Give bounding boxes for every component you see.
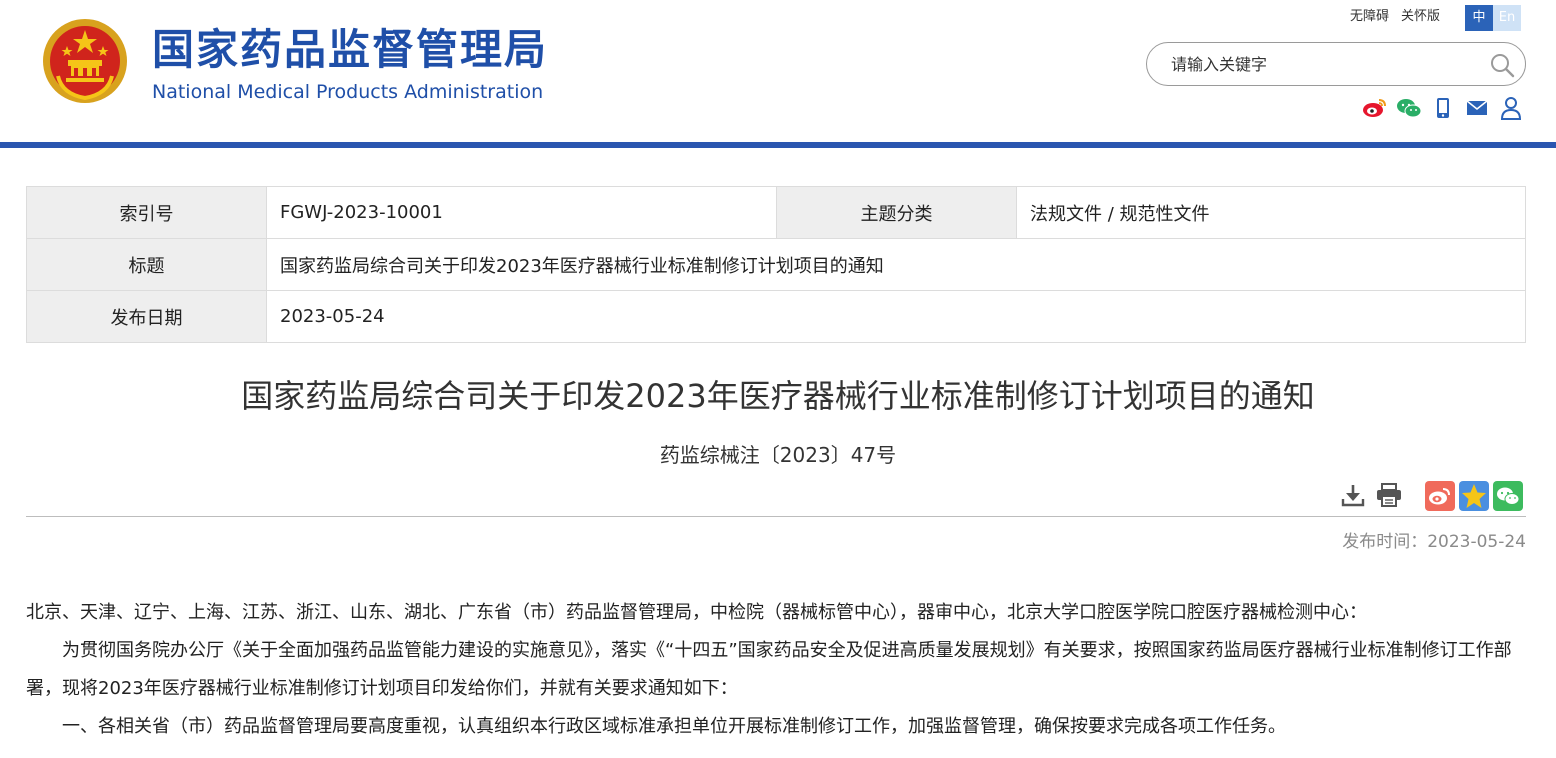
body-paragraph: 一、各相关省（市）药品监督管理局要高度重视，认真组织本行政区域标准承担单位开展标… (62, 716, 1286, 737)
document-title: 国家药监局综合司关于印发2023年医疗器械行业标准制修订计划项目的通知 (241, 377, 1315, 415)
search-box (1146, 42, 1526, 86)
site-title-cn[interactable]: 国家药品监督管理局 (152, 26, 548, 74)
table-row: 索引号 FGWJ-2023-10001 主题分类 法规文件 / 规范性文件 (26, 186, 1526, 239)
social-links (1362, 96, 1524, 120)
date-value: 2023-05-24 (266, 290, 1526, 343)
table-row: 发布日期 2023-05-24 (26, 290, 1526, 343)
category-label: 主题分类 (776, 186, 1017, 239)
qzone-share-icon[interactable] (1459, 481, 1489, 511)
document-info-table: 索引号 FGWJ-2023-10001 主题分类 法规文件 / 规范性文件 标题… (26, 186, 1526, 343)
mobile-icon[interactable] (1430, 96, 1456, 120)
print-icon[interactable] (1376, 482, 1402, 508)
weibo-icon[interactable] (1362, 96, 1388, 120)
accessibility-link[interactable]: 无障碍 (1350, 8, 1389, 26)
index-value: FGWJ-2023-10001 (266, 186, 777, 239)
header-divider (0, 142, 1556, 148)
date-label: 发布日期 (26, 290, 267, 343)
content-divider (26, 516, 1526, 517)
body-paragraph: 北京、天津、辽宁、上海、江苏、浙江、山东、湖北、广东省（市）药品监督管理局，中检… (26, 602, 1367, 623)
user-icon[interactable] (1498, 96, 1524, 120)
document-body: 北京、天津、辽宁、上海、江苏、浙江、山东、湖北、广东省（市）药品监督管理局，中检… (26, 594, 1530, 746)
table-row: 标题 国家药监局综合司关于印发2023年医疗器械行业标准制修订计划项目的通知 (26, 238, 1526, 291)
site-title-en[interactable]: National Medical Products Administration (152, 80, 543, 104)
top-links: 无障碍 关怀版 (1350, 8, 1440, 26)
body-paragraph: 为贯彻国务院办公厅《关于全面加强药品监管能力建设的实施意见》，落实《“十四五”国… (26, 640, 1512, 699)
site-header: 国家药品监督管理局 National Medical Products Admi… (0, 0, 1556, 142)
lang-zh-button[interactable]: 中 (1465, 5, 1493, 31)
search-icon[interactable] (1489, 52, 1515, 78)
title-value: 国家药监局综合司关于印发2023年医疗器械行业标准制修订计划项目的通知 (266, 238, 1526, 291)
document-tools (1340, 482, 1402, 508)
elderly-mode-link[interactable]: 关怀版 (1401, 8, 1440, 26)
national-emblem-icon[interactable] (40, 16, 130, 106)
index-label: 索引号 (26, 186, 267, 239)
category-value: 法规文件 / 规范性文件 (1016, 186, 1526, 239)
wechat-share-icon[interactable] (1493, 481, 1523, 511)
lang-en-button[interactable]: En (1493, 5, 1521, 31)
publish-time: 发布时间：2023-05-24 (1342, 532, 1526, 552)
search-input[interactable] (1171, 52, 1471, 76)
weibo-share-icon[interactable] (1425, 481, 1455, 511)
download-icon[interactable] (1340, 482, 1366, 508)
title-label: 标题 (26, 238, 267, 291)
language-switch: 中 En (1465, 5, 1521, 31)
mail-icon[interactable] (1464, 96, 1490, 120)
share-buttons (1425, 481, 1523, 511)
document-number: 药监综械注〔2023〕47号 (659, 443, 897, 467)
wechat-icon[interactable] (1396, 96, 1422, 120)
